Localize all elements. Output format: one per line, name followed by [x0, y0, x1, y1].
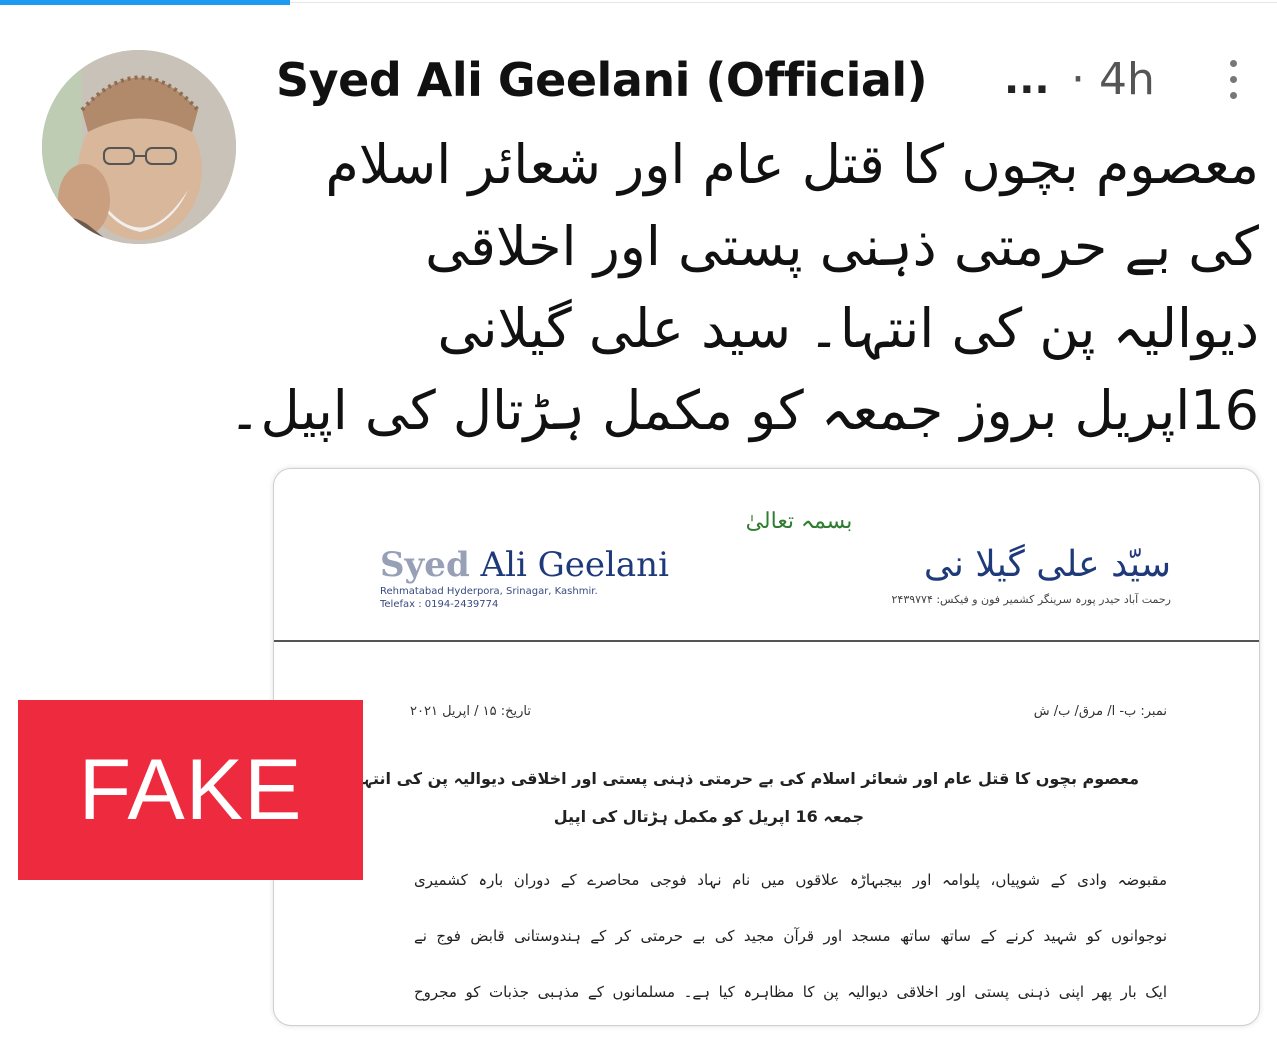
fake-label-text: FAKE [78, 742, 303, 838]
doc-body-line: ایک بار پھر اپنی ذہنی پستی اور اخلاقی دی… [414, 983, 1167, 1001]
doc-address-urdu: رحمت آباد حیدر پورہ سرینگر کشمیر فون و ف… [891, 593, 1172, 606]
post-text-line: دیوالیہ پن کی انتہا۔ سید علی گیلانی [437, 297, 1259, 360]
doc-letterhead-urdu: سیّد علی گیلا نی رحمت آباد حیدر پورہ سری… [892, 543, 1172, 607]
doc-body-line: نوجوانوں کو شہید کرنے کے ساتھ ساتھ مسجد … [414, 927, 1167, 945]
doc-name-english: Syed Ali Geelani [380, 545, 669, 585]
post-time[interactable]: · 4h [1071, 48, 1155, 112]
doc-body-line: مقبوضہ وادی کے شوپیاں، پلوامہ اور بیجبہا… [414, 871, 1167, 889]
doc-headline: جمعہ 16 اپریل کو مکمل ہڑتال کی اپیل [553, 807, 864, 826]
author-avatar[interactable] [42, 50, 236, 244]
doc-reference: نمبر: ب- ا/ مرق/ ب/ ش [1033, 704, 1167, 719]
post-text-line: کی بے حرمتی ذہنی پستی اور اخلاقی [425, 215, 1259, 278]
name-truncation: ... [1004, 57, 1050, 103]
post-header: Syed Ali Geelani (Official) ... · 4h [276, 48, 1247, 112]
more-options-icon[interactable] [1227, 58, 1239, 102]
doc-date: تاریخ: ۱۵ / اپریل ۲۰۲۱ [410, 704, 531, 719]
doc-telefax: Telefax : 0194-2439774 [380, 599, 499, 610]
doc-headline: معصوم بچوں کا قتل عام اور شعائر اسلام کی… [273, 769, 1139, 788]
top-divider [290, 2, 1277, 3]
author-name[interactable]: Syed Ali Geelani (Official) [276, 48, 928, 112]
post-text-line: معصوم بچوں کا قتل عام اور شعائر اسلام [325, 133, 1259, 196]
avatar-photo [42, 50, 236, 244]
attached-document-image[interactable]: بسمہ تعالیٰ Syed Ali Geelani Rehmatabad … [273, 468, 1260, 1026]
post-text-line: 16اپریل بروز جمعہ کو مکمل ہڑتال کی اپیل۔ [228, 379, 1259, 442]
doc-divider [274, 640, 1259, 642]
doc-name-english-rest: Ali Geelani [469, 545, 669, 585]
doc-name-english-first: Syed [380, 545, 470, 585]
active-tab-indicator [0, 0, 290, 5]
doc-address-english: Rehmatabad Hyderpora, Srinagar, Kashmir. [380, 586, 598, 597]
doc-bismillah: بسمہ تعالیٰ [745, 509, 853, 534]
post-text: معصوم بچوں کا قتل عام اور شعائر اسلام کی… [228, 124, 1259, 452]
doc-name-urdu: سیّد علی گیلا نی [923, 544, 1171, 585]
fake-label-badge: FAKE [18, 700, 363, 880]
doc-letterhead-english: Syed Ali Geelani Rehmatabad Hyderpora, S… [380, 545, 669, 611]
